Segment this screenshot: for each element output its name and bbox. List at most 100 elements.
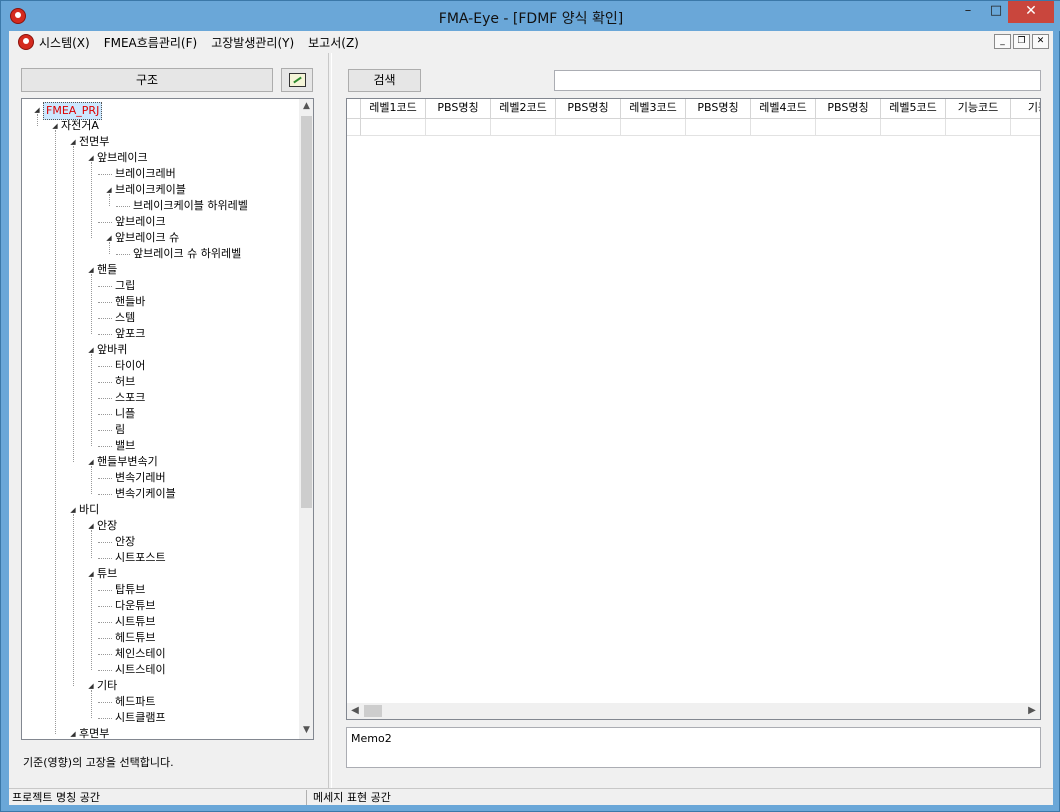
grid-column-header[interactable]: PBS명칭 [686, 99, 751, 119]
tree-node-label[interactable]: 허브 [115, 374, 135, 390]
tree-node-label[interactable]: 앞브레이크 [97, 150, 148, 166]
grid-column-header[interactable]: 레벨4코드 [751, 99, 816, 119]
grid-horizontal-scrollbar[interactable]: ◀ ▶ [347, 703, 1040, 719]
tree-node[interactable]: 변속기레버 [22, 470, 297, 486]
tree-expand-icon[interactable]: ◢ [68, 726, 78, 739]
tree-node[interactable]: 앞브레이크 [22, 214, 297, 230]
tree-node-label[interactable]: 헤드파트 [115, 694, 155, 710]
tree-node[interactable]: 헤드파트 [22, 694, 297, 710]
tree-node-label[interactable]: 튜브 [97, 566, 117, 582]
grid-column-header[interactable]: PBS명칭 [816, 99, 881, 119]
tree-node[interactable]: 안장 [22, 534, 297, 550]
grid-column-header[interactable]: PBS명칭 [556, 99, 621, 119]
scroll-left-icon[interactable]: ◀ [347, 703, 363, 719]
search-input[interactable] [554, 70, 1041, 91]
tree-node-label[interactable]: 핸들부변속기 [97, 454, 158, 470]
tree-node-label[interactable]: 앞브레이크 [115, 214, 166, 230]
tree-node-label[interactable]: 앞브레이크 슈 하위레벨 [133, 246, 241, 262]
tree-node[interactable]: 체인스테이 [22, 646, 297, 662]
tree-node[interactable]: 다운튜브 [22, 598, 297, 614]
tree-node[interactable]: 니플 [22, 406, 297, 422]
grid-cell[interactable] [361, 119, 426, 136]
scroll-right-icon[interactable]: ▶ [1024, 703, 1040, 719]
tree-node[interactable]: 밸브 [22, 438, 297, 454]
menu-failure-management[interactable]: 고장발생관리(Y) [211, 34, 294, 51]
menu-fmea-flow[interactable]: FMEA흐름관리(F) [104, 34, 197, 51]
grid-cell[interactable] [556, 119, 621, 136]
grid-scroll-thumb[interactable] [364, 705, 382, 717]
tree-node[interactable]: 헤드튜브 [22, 630, 297, 646]
minimize-button[interactable]: – [954, 1, 982, 23]
tree-node[interactable]: 시트클램프 [22, 710, 297, 726]
tree-node-label[interactable]: 시트클램프 [115, 710, 166, 726]
tree-node-label[interactable]: 시트튜브 [115, 614, 155, 630]
grid-column-header[interactable]: 레벨2코드 [491, 99, 556, 119]
tree-node[interactable]: ◢ 앞브레이크 [22, 150, 297, 166]
tree-node[interactable]: ◢ 핸들 [22, 262, 297, 278]
tree-node[interactable]: ◢ 안장 [22, 518, 297, 534]
tree-node-label[interactable]: 후면부 [79, 726, 109, 739]
grid-column-header[interactable]: PBS명칭 [426, 99, 491, 119]
tree-node-label[interactable]: 앞바퀴 [97, 342, 127, 358]
memo-box[interactable]: Memo2 [346, 727, 1041, 768]
tree-node[interactable]: ◢ FMEA_PRJ [22, 102, 297, 120]
tree-node-label[interactable]: 기타 [97, 678, 117, 694]
scroll-down-icon[interactable]: ▼ [299, 723, 313, 738]
grid-column-header[interactable]: 레벨1코드 [361, 99, 426, 119]
grid-cell[interactable] [946, 119, 1011, 136]
mdi-minimize-button[interactable]: _ [994, 34, 1011, 49]
tree-node-label[interactable]: 핸들 [97, 262, 117, 278]
tree-node-label[interactable]: 브레이크레버 [115, 166, 176, 182]
mdi-restore-button[interactable]: ❐ [1013, 34, 1030, 49]
tree-node-label[interactable]: 브레이크케이블 하위레벨 [133, 198, 248, 214]
tree-node[interactable]: ◢ 기타 [22, 678, 297, 694]
tree-node[interactable]: 림 [22, 422, 297, 438]
grid-column-header[interactable]: 기능코드 [946, 99, 1011, 119]
tree-vertical-scrollbar[interactable]: ▲ ▼ [299, 99, 313, 739]
panel-splitter[interactable] [328, 53, 332, 788]
tree-node-label[interactable]: 앞포크 [115, 326, 145, 342]
menu-system[interactable]: 시스템(X) [39, 34, 90, 51]
tree-node-label[interactable]: 자전거A [61, 118, 99, 134]
tree-node[interactable]: ◢ 튜브 [22, 566, 297, 582]
tree-node-label[interactable]: 다운튜브 [115, 598, 155, 614]
tree-node-label[interactable]: 탑튜브 [115, 582, 145, 598]
grid-cell[interactable] [751, 119, 816, 136]
structure-tree[interactable]: ◢ FMEA_PRJ ◢ 자전거A ◢ 전면부 ◢ 앞브레이크 브레이크레버 ◢ 브레이크케이블 브레… [21, 98, 314, 740]
grid-cell[interactable] [816, 119, 881, 136]
tree-node[interactable]: 허브 [22, 374, 297, 390]
grid-column-header[interactable]: 레벨3코드 [621, 99, 686, 119]
tree-node-label[interactable]: 변속기레버 [115, 470, 166, 486]
document-icon[interactable] [18, 34, 34, 50]
tree-node[interactable]: 탑튜브 [22, 582, 297, 598]
tree-node[interactable]: 시트스테이 [22, 662, 297, 678]
grid-column-header[interactable]: 레벨5코드 [881, 99, 946, 119]
title-bar[interactable]: FMA-Eye - [FDMF 양식 확인] – □ ✕ [1, 1, 1060, 31]
tree-node[interactable]: 브레이크케이블 하위레벨 [22, 198, 297, 214]
tree-node[interactable]: 브레이크레버 [22, 166, 297, 182]
row-header[interactable] [347, 119, 361, 136]
tree-node[interactable]: ◢ 전면부 [22, 134, 297, 150]
tree-node-label[interactable]: 시트스테이 [115, 662, 166, 678]
tree-node[interactable]: 그립 [22, 278, 297, 294]
tree-node[interactable]: ◢ 핸들부변속기 [22, 454, 297, 470]
tree-node[interactable]: ◢ 후면부 [22, 726, 297, 739]
tree-node[interactable]: ◢ 바디 [22, 502, 297, 518]
tree-node[interactable]: 스템 [22, 310, 297, 326]
mdi-close-button[interactable]: ✕ [1032, 34, 1049, 49]
tree-node-label[interactable]: 안장 [115, 534, 135, 550]
grid-cell[interactable] [686, 119, 751, 136]
menu-report[interactable]: 보고서(Z) [308, 34, 359, 51]
tree-node-label[interactable]: 타이어 [115, 358, 145, 374]
tree-node[interactable]: 핸들바 [22, 294, 297, 310]
tree-node-label[interactable]: 시트포스트 [115, 550, 166, 566]
tree-node[interactable]: 타이어 [22, 358, 297, 374]
search-button[interactable]: 검색 [348, 69, 421, 92]
tree-node-label[interactable]: 헤드튜브 [115, 630, 155, 646]
close-button[interactable]: ✕ [1008, 1, 1054, 23]
tree-node-label[interactable]: 림 [115, 422, 125, 438]
tree-node[interactable]: 앞브레이크 슈 하위레벨 [22, 246, 297, 262]
tree-node-label[interactable]: 체인스테이 [115, 646, 166, 662]
tree-node-label[interactable]: 그립 [115, 278, 135, 294]
tree-node-label[interactable]: 안장 [97, 518, 117, 534]
